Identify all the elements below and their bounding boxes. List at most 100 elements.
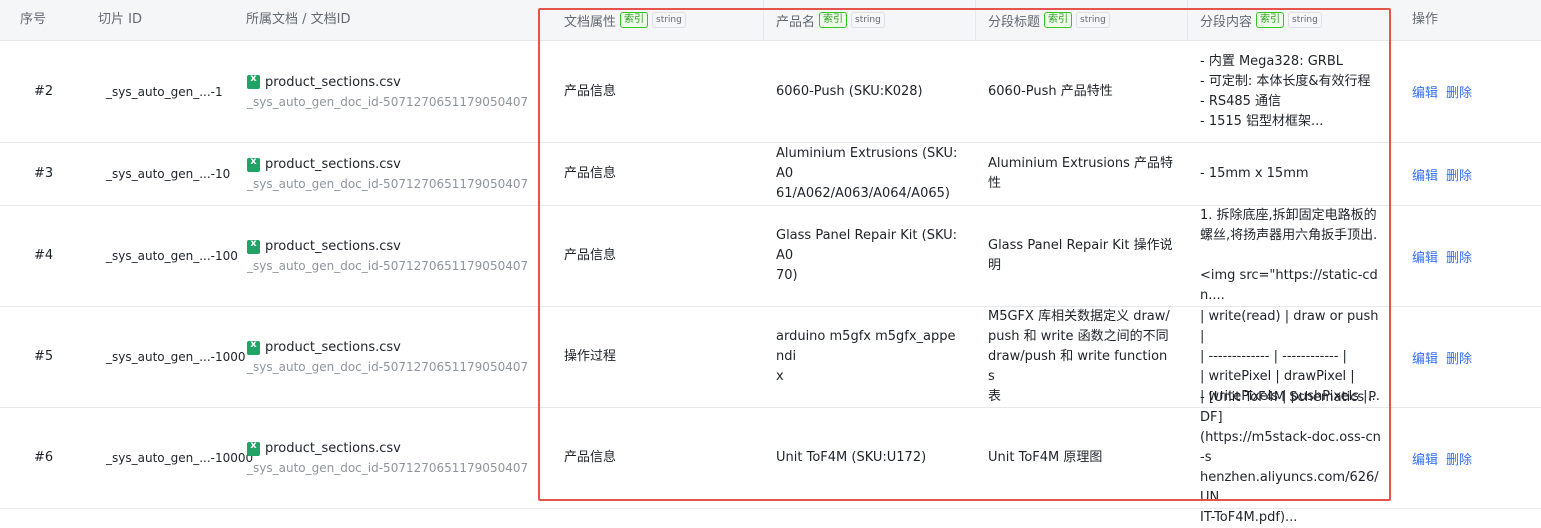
row-product-name-text: 6060-Push (SKU:K028) [776, 83, 923, 99]
row-product-name-text: Glass Panel Repair Kit (SKU:A0 70) [776, 228, 958, 283]
edit-button[interactable]: 编辑 [1412, 165, 1438, 184]
chunks-table: 序号 切片 ID 所属文档 / 文档ID 文档属性 索引 string 产品名 … [0, 0, 1541, 525]
row-section-title-text: Unit ToF4M 原理图 [988, 450, 1103, 465]
type-tag: string [1076, 12, 1110, 28]
delete-button[interactable]: 删除 [1446, 82, 1472, 101]
row-doc-attr: 产品信息 [564, 41, 616, 142]
excel-file-icon [247, 339, 260, 355]
row-section-title-text: Glass Panel Repair Kit 操作说 明 [988, 238, 1173, 273]
excel-file-icon [247, 238, 260, 254]
row-doc: product_sections.csv _sys_auto_gen_doc_i… [247, 307, 528, 407]
row-chunk-id-text: _sys_auto_gen_...-100 [106, 249, 238, 263]
row-section-title: Glass Panel Repair Kit 操作说 明 [988, 206, 1173, 306]
row-doc: product_sections.csv _sys_auto_gen_doc_i… [247, 143, 528, 205]
doc-id: _sys_auto_gen_doc_id-5071270651179050407 [247, 360, 529, 374]
row-product-name: Aluminium Extrusions (SKU:A0 61/A062/A06… [776, 143, 961, 205]
row-seq-text: #3 [34, 166, 54, 181]
row-seq: #4 [34, 206, 53, 306]
header-section-title: 分段标题 索引 string [988, 12, 1110, 30]
row-section-title: 6060-Push 产品特性 [988, 41, 1173, 142]
header-divider [763, 0, 764, 40]
index-tag: 索引 [819, 12, 848, 28]
doc-name[interactable]: product_sections.csv [265, 239, 401, 254]
row-section-title: Unit ToF4M 原理图 [988, 408, 1173, 508]
excel-file-icon [247, 156, 260, 172]
delete-button[interactable]: 删除 [1446, 165, 1472, 184]
header-section-content: 分段内容 索引 string [1200, 12, 1322, 30]
row-doc-attr: 操作过程 [564, 307, 616, 407]
header-actions: 操作 [1412, 12, 1439, 27]
row-section-title-text: 6060-Push 产品特性 [988, 83, 1113, 99]
table-row: #2 _sys_auto_gen_...-1 product_sections.… [0, 41, 1541, 143]
table-header: 序号 切片 ID 所属文档 / 文档ID 文档属性 索引 string 产品名 … [0, 0, 1541, 41]
type-tag: string [1288, 12, 1322, 28]
row-actions: 编辑 删除 [1412, 307, 1472, 407]
row-section-content-text: - 内置 Mega328: GRBL - 可定制: 本体长度&有效行程 - RS… [1200, 53, 1371, 129]
delete-button[interactable]: 删除 [1446, 247, 1472, 266]
row-chunk-id: _sys_auto_gen_...-1000 [106, 307, 246, 407]
row-section-title: M5GFX 库相关数据定义 draw/ push 和 write 函数之间的不同… [988, 307, 1173, 407]
row-doc-attr-text: 产品信息 [564, 450, 617, 465]
row-chunk-id-text: _sys_auto_gen_...-10 [106, 167, 231, 181]
row-product-name: Unit ToF4M (SKU:U172) [776, 408, 961, 508]
index-tag: 索引 [620, 12, 649, 28]
edit-button[interactable]: 编辑 [1412, 247, 1438, 266]
doc-name[interactable]: product_sections.csv [265, 75, 401, 90]
row-doc: product_sections.csv _sys_auto_gen_doc_i… [247, 41, 528, 142]
delete-button[interactable]: 删除 [1446, 449, 1472, 468]
doc-id: _sys_auto_gen_doc_id-5071270651179050407 [247, 94, 529, 109]
row-product-name-text: arduino m5gfx m5gfx_appendi x [776, 329, 956, 384]
doc-id: _sys_auto_gen_doc_id-5071270651179050407 [247, 461, 529, 475]
row-chunk-id: _sys_auto_gen_...-10 [106, 143, 230, 205]
row-actions: 编辑 删除 [1412, 206, 1472, 306]
row-chunk-id: _sys_auto_gen_...-100 [106, 206, 238, 306]
row-chunk-id-text: _sys_auto_gen_...-1000 [106, 350, 246, 364]
row-product-name-text: Unit ToF4M (SKU:U172) [776, 450, 927, 465]
row-chunk-id-text: _sys_auto_gen_...-10000 [106, 451, 254, 465]
row-section-title: Aluminium Extrusions 产品特 性 [988, 143, 1173, 205]
row-section-content: 1. 拆除底座,拆卸固定电路板的 螺丝,将扬声器用六角扳手顶出. <img sr… [1200, 206, 1382, 306]
row-seq: #3 [34, 143, 53, 205]
row-doc-attr-text: 产品信息 [564, 166, 617, 181]
row-actions: 编辑 删除 [1412, 143, 1472, 205]
row-actions: 编辑 删除 [1412, 408, 1472, 508]
doc-name[interactable]: product_sections.csv [265, 441, 401, 456]
header-divider [975, 0, 976, 40]
doc-name[interactable]: product_sections.csv [265, 340, 401, 355]
row-seq: #6 [34, 408, 53, 508]
header-seq: 序号 [20, 12, 47, 27]
row-doc-attr-text: 产品信息 [564, 248, 617, 263]
row-chunk-id-text: _sys_auto_gen_...-1 [106, 84, 223, 99]
row-section-content: - [Unit ToF4M Schematics PDF] (https://m… [1200, 390, 1382, 525]
row-section-content: - 15mm x 15mm [1200, 143, 1382, 205]
row-doc-attr: 产品信息 [564, 408, 616, 508]
row-doc-attr: 产品信息 [564, 206, 616, 306]
doc-name[interactable]: product_sections.csv [265, 157, 401, 172]
header-chunk-id: 切片 ID [98, 12, 142, 27]
row-doc: product_sections.csv _sys_auto_gen_doc_i… [247, 206, 528, 306]
row-section-title-text: Aluminium Extrusions 产品特 性 [988, 156, 1173, 191]
header-section-content-label: 分段内容 [1200, 14, 1253, 30]
row-doc-attr-text: 操作过程 [564, 349, 617, 364]
header-divider [1187, 0, 1188, 40]
edit-button[interactable]: 编辑 [1412, 82, 1438, 101]
edit-button[interactable]: 编辑 [1412, 449, 1438, 468]
type-tag: string [652, 12, 686, 28]
header-doc-attr-label: 文档属性 [564, 14, 617, 30]
row-seq-text: #5 [34, 349, 54, 364]
row-doc-attr: 产品信息 [564, 143, 616, 205]
row-section-content-text: - 15mm x 15mm [1200, 166, 1309, 181]
excel-file-icon [247, 440, 260, 456]
delete-button[interactable]: 删除 [1446, 348, 1472, 367]
row-section-content-text: - [Unit ToF4M Schematics PDF] (https://m… [1200, 390, 1381, 525]
row-product-name-text: Aluminium Extrusions (SKU:A0 61/A062/A06… [776, 146, 958, 201]
header-product-name: 产品名 索引 string [776, 12, 885, 30]
excel-file-icon [247, 73, 260, 89]
row-product-name: 6060-Push (SKU:K028) [776, 41, 961, 142]
index-tag: 索引 [1256, 12, 1285, 28]
edit-button[interactable]: 编辑 [1412, 348, 1438, 367]
row-actions: 编辑 删除 [1412, 41, 1472, 142]
row-chunk-id: _sys_auto_gen_...-1 [106, 41, 223, 142]
row-doc-attr-text: 产品信息 [564, 83, 617, 99]
header-section-title-label: 分段标题 [988, 14, 1041, 30]
